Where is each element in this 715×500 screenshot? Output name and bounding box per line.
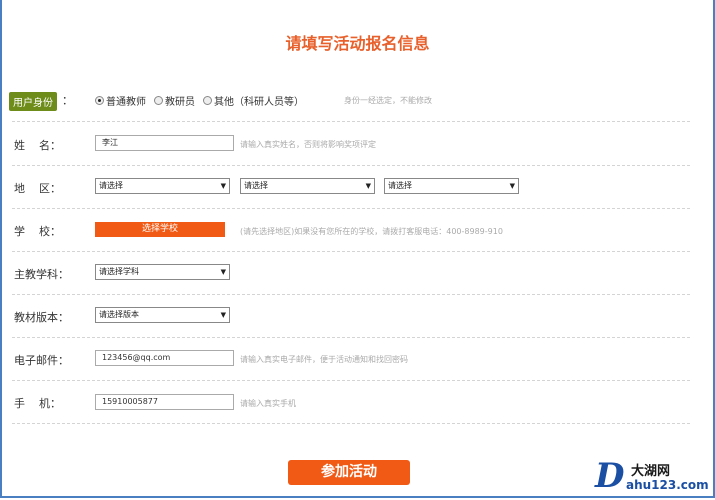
phone-hint: 请输入真实手机 [240,399,296,408]
select-value: 请选择学科 [99,267,139,276]
radio-label: 其他（科研人员等） [214,97,304,108]
select-school-button[interactable]: 选择学校 [95,222,225,237]
edition-label: 教材版本： [14,311,69,324]
phone-row: 手 机： 15910005877 请输入真实手机 [12,380,690,424]
dahu-logo: D 大湖网 ahu123.com [593,456,711,496]
subject-select[interactable]: 请选择学科 ▼ [95,264,230,280]
logo-url: ahu123.com [626,478,709,492]
join-activity-button[interactable]: 参加活动 [288,460,410,485]
email-row: 电子邮件： 123456@qq.com 请输入真实电子邮件，便于活动通知和找回密… [12,337,690,381]
radio-dot-icon [154,96,163,105]
identity-hint: 身份一经选定，不能修改 [344,96,432,105]
page-title: 请填写活动报名信息 [285,34,430,53]
name-row: 姓 名： 李江 请输入真实姓名，否则将影响奖项评定 [12,122,690,166]
school-hint: (请先选择地区)如果没有您所在的学校，请拨打客服电话：400-8989-910 [240,227,503,236]
region-row: 地 区： 请选择 ▼ 请选择 ▼ 请选择 ▼ [12,165,690,209]
name-label: 姓 名： [14,139,61,152]
radio-researcher[interactable]: 教研员 [154,93,195,108]
logo-mark: D [595,456,625,496]
radio-other[interactable]: 其他（科研人员等） [203,93,304,108]
district-select[interactable]: 请选择 ▼ [384,178,519,194]
radio-ordinary-teacher[interactable]: 普通教师 [95,93,146,108]
radio-dot-icon [95,96,104,105]
triangle-down-icon: ▼ [220,311,226,319]
province-select[interactable]: 请选择 ▼ [95,178,230,194]
name-hint: 请输入真实姓名，否则将影响奖项评定 [240,140,376,149]
logo-name: 大湖网 [631,464,671,479]
edition-row: 教材版本： 请选择版本 ▼ [12,294,690,338]
email-input[interactable]: 123456@qq.com [95,350,234,366]
school-label: 学 校： [14,225,61,238]
triangle-down-icon: ▼ [365,182,371,190]
radio-label: 普通教师 [106,97,146,108]
edition-select[interactable]: 请选择版本 ▼ [95,307,230,323]
select-value: 请选择 [244,181,268,190]
identity-row: 用户身份 ： 普通教师 教研员 其他（科研人员等） 身份一经选定，不能修改 [9,78,690,122]
triangle-down-icon: ▼ [220,268,226,276]
radio-dot-icon [203,96,212,105]
triangle-down-icon: ▼ [220,182,226,190]
school-row: 学 校： 选择学校 (请先选择地区)如果没有您所在的学校，请拨打客服电话：400… [12,208,690,252]
select-value: 请选择 [388,181,412,190]
select-value: 请选择 [99,181,123,190]
phone-label: 手 机： [14,397,61,410]
subject-row: 主教学科： 请选择学科 ▼ [12,251,690,295]
identity-label: 用户身份 [9,92,57,111]
triangle-down-icon: ▼ [509,182,515,190]
subject-label: 主教学科： [14,268,69,281]
email-label: 电子邮件： [14,354,69,367]
phone-input[interactable]: 15910005877 [95,394,234,410]
select-value: 请选择版本 [99,310,139,319]
region-label: 地 区： [14,182,61,195]
email-hint: 请输入真实电子邮件，便于活动通知和找回密码 [240,355,408,364]
identity-colon: ： [62,94,73,107]
name-input[interactable]: 李江 [95,135,234,151]
radio-label: 教研员 [165,97,195,108]
identity-radio-group: 普通教师 教研员 其他（科研人员等） [95,93,304,108]
city-select[interactable]: 请选择 ▼ [240,178,375,194]
